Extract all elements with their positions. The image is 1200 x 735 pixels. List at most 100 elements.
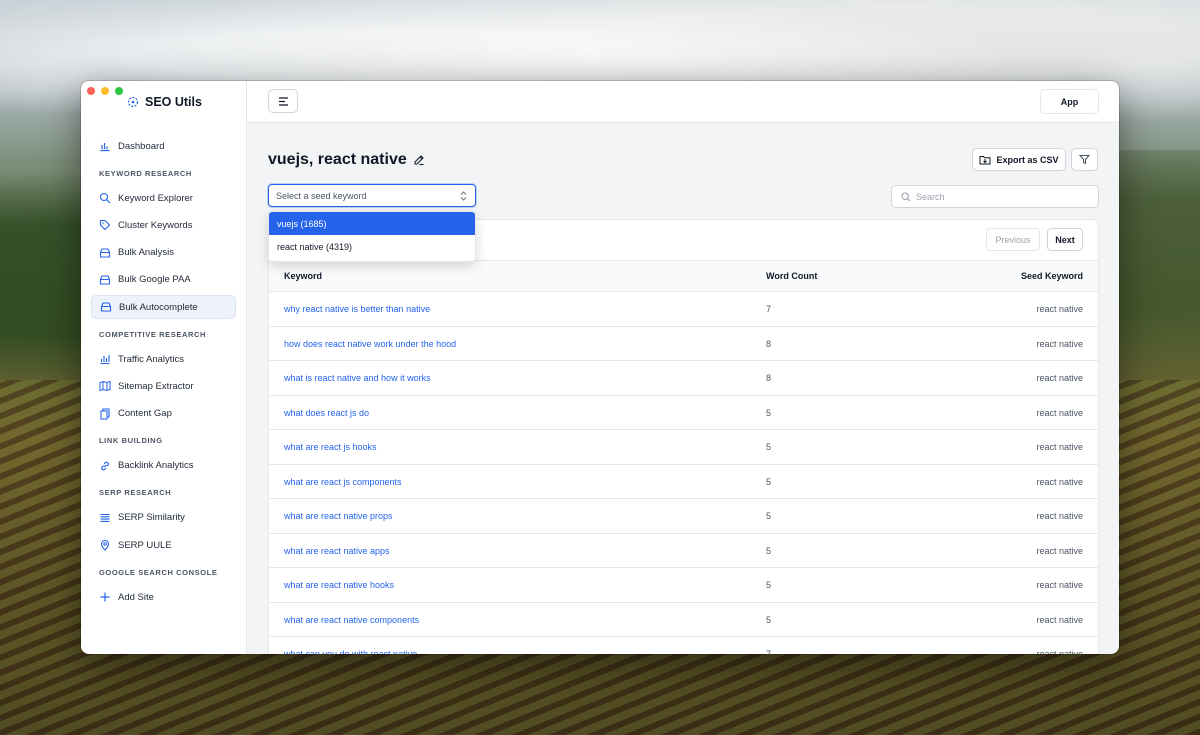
sidebar-section-google-search-console: GOOGLE SEARCH CONSOLE (99, 567, 218, 577)
keyword-link[interactable]: what does react js do (284, 408, 369, 418)
edit-icon[interactable] (413, 154, 425, 166)
seed-select-placeholder: Select a seed keyword (276, 190, 367, 201)
export-csv-button[interactable]: Export as CSV (972, 148, 1066, 171)
table-body: why react native is better than native 7 r… (269, 292, 1098, 654)
zoom-window-button[interactable] (115, 87, 123, 95)
table-row: what are react native apps 5 react native (269, 534, 1098, 568)
column-header-seed-keyword[interactable]: Seed Keyword (1021, 271, 1083, 281)
sidebar-item-bulk-google-paa[interactable]: Bulk Google PAA (91, 268, 236, 292)
sidebar-item-label: Keyword Explorer (118, 192, 193, 204)
table-row: what are react native props 5 react native (269, 499, 1098, 534)
sidebar-item-label: Dashboard (118, 140, 165, 152)
app-menu-button[interactable]: App (1040, 89, 1099, 114)
search-placeholder: Search (916, 191, 945, 202)
table-row: what can you do with react native 7 react … (269, 637, 1098, 654)
table-row: how does react native work under the hoo… (269, 327, 1098, 361)
keyword-link[interactable]: what are react native components (284, 615, 419, 625)
sidebar-item-label: Bulk Google PAA (118, 274, 191, 286)
table-row: what is react native and how it works 8 re… (269, 361, 1098, 396)
chart-bars-icon (100, 143, 110, 152)
app-name: SEO Utils (145, 95, 202, 109)
sidebar-section-serp-research: SERP RESEARCH (99, 488, 172, 498)
seed-option[interactable]: vuejs (1685) (269, 212, 475, 235)
sidebar-item-keyword-explorer[interactable]: Keyword Explorer (91, 186, 236, 210)
word-count-cell: 5 (766, 407, 772, 418)
app-window: SEO Utils Dashboard KEYWORD RESEARCH Keyw… (81, 81, 1119, 654)
seed-keyword-cell: react native (1036, 442, 1083, 452)
sidebar-item-label: Add Site (118, 591, 154, 603)
logo-icon (127, 96, 139, 108)
page-title: vuejs, react native (268, 151, 407, 168)
search-icon (901, 192, 911, 202)
word-count-cell: 7 (766, 304, 772, 314)
plus-icon (100, 592, 110, 602)
keyword-link[interactable]: what are react native hooks (284, 580, 394, 590)
list-icon (100, 513, 110, 522)
top-bar: App (247, 81, 1119, 123)
search-input[interactable]: Search (891, 185, 1099, 208)
sidebar-item-bulk-autocomplete[interactable]: Bulk Autocomplete (91, 295, 236, 320)
seed-keyword-cell: react native (1036, 649, 1083, 654)
inbox-icon (100, 302, 112, 312)
inbox-icon (99, 275, 111, 285)
sidebar-section-competitive-research: COMPETITIVE RESEARCH (99, 329, 207, 339)
keyword-link[interactable]: why react native is better than native (284, 304, 430, 314)
sidebar-item-bulk-analysis[interactable]: Bulk Analysis (91, 241, 236, 265)
keyword-link[interactable]: what are react native apps (284, 546, 390, 556)
sidebar-item-traffic-analytics[interactable]: Traffic Analytics (91, 347, 236, 371)
sidebar-item-label: Bulk Analysis (118, 247, 174, 259)
word-count-cell: 5 (766, 442, 772, 452)
seed-keyword-select[interactable]: Select a seed keyword (268, 184, 476, 207)
sidebar-item-label: Backlink Analytics (118, 460, 194, 472)
previous-page-button[interactable]: Previous (986, 228, 1040, 251)
sidebar-item-content-gap[interactable]: Content Gap (91, 402, 236, 426)
sidebar-section-link-building: LINK BUILDING (99, 436, 163, 446)
column-header-keyword[interactable]: Keyword (284, 271, 322, 281)
seed-keyword-cell: react native (1036, 614, 1083, 625)
sidebar-item-add-site[interactable]: Add Site (91, 585, 236, 609)
word-count-cell: 8 (766, 338, 772, 349)
seed-keyword-cell: react native (1036, 373, 1083, 383)
sidebar-item-label: Sitemap Extractor (118, 380, 194, 392)
map-icon (99, 381, 111, 392)
column-header-word-count[interactable]: Word Count (766, 271, 817, 281)
sidebar-nav: Dashboard KEYWORD RESEARCH Keyword Explor… (81, 134, 246, 609)
seed-keyword-dropdown: vuejs (1685) react native (4319) (268, 211, 476, 262)
sidebar-item-serp-similarity[interactable]: SERP Similarity (91, 506, 236, 530)
table-row: what are react native hooks 5 react native (269, 568, 1098, 603)
page-header: vuejs, react native (268, 151, 425, 169)
table-header: Keyword Word Count Seed Keyword (269, 260, 1098, 292)
chart-bars-icon (100, 355, 110, 365)
sidebar-item-label: SERP Similarity (118, 512, 185, 524)
minimize-window-button[interactable] (101, 87, 109, 95)
sidebar-item-sitemap-extractor[interactable]: Sitemap Extractor (91, 374, 236, 398)
keyword-link[interactable]: what is react native and how it works (284, 373, 431, 383)
keyword-link[interactable]: what are react js components (284, 477, 402, 487)
sidebar-item-cluster-keywords[interactable]: Cluster Keywords (91, 213, 236, 237)
table-row: what are react js hooks 5 react native (269, 430, 1098, 465)
seed-keyword-cell: react native (1036, 476, 1083, 487)
keyword-link[interactable]: how does react native work under the hoo… (284, 339, 456, 349)
word-count-cell: 5 (766, 545, 772, 556)
sidebar-item-label: Content Gap (118, 408, 172, 420)
table-row: what are react js components 5 react nativ… (269, 465, 1098, 499)
sidebar-item-serp-uule[interactable]: SERP UULE (91, 533, 236, 557)
filter-icon (1079, 155, 1090, 165)
keyword-link[interactable]: what can you do with react native (284, 649, 417, 654)
word-count-cell: 5 (766, 476, 772, 487)
results-card: Previous Next Keyword Word Count Seed Ke… (268, 219, 1099, 654)
sidebar-item-backlink-analytics[interactable]: Backlink Analytics (91, 454, 236, 478)
sidebar-item-dashboard[interactable]: Dashboard (91, 134, 236, 158)
filter-button[interactable] (1071, 148, 1098, 171)
search-icon (99, 192, 111, 204)
next-page-button[interactable]: Next (1047, 228, 1083, 251)
word-count-cell: 7 (766, 649, 772, 654)
keyword-link[interactable]: what are react js hooks (284, 442, 377, 452)
table-row: what are react native components 5 react n… (269, 603, 1098, 637)
toggle-sidebar-button[interactable] (268, 89, 298, 113)
keyword-link[interactable]: what are react native props (284, 511, 393, 521)
word-count-cell: 5 (766, 511, 772, 521)
seed-option[interactable]: react native (4319) (269, 235, 475, 258)
close-window-button[interactable] (87, 87, 95, 95)
chevron-up-down-icon (460, 191, 467, 201)
